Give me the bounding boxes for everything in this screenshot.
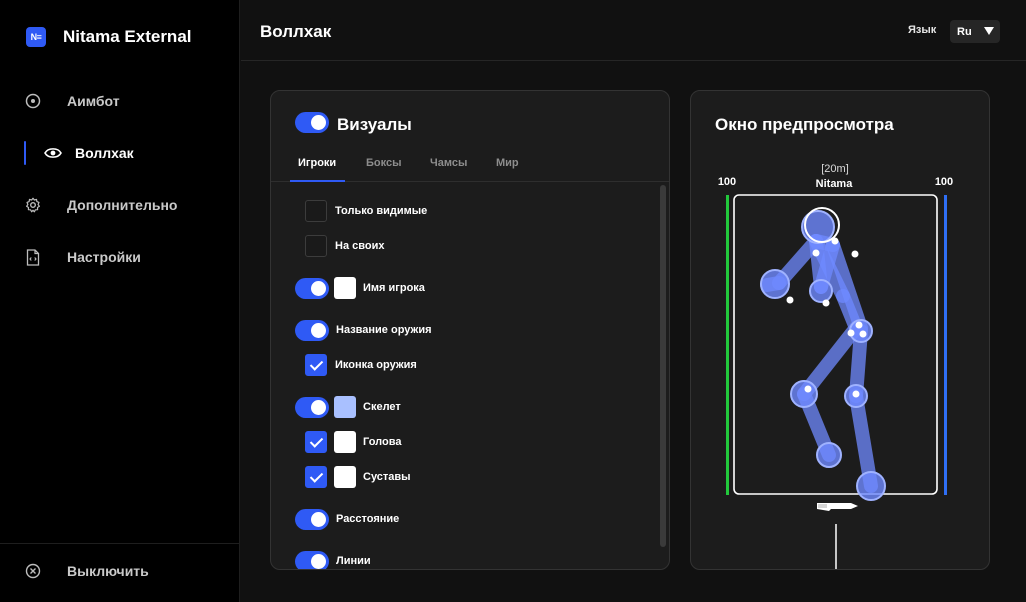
skeleton-toggle[interactable] [295,397,329,418]
visuals-tabs: Игроки Боксы Чамсы Мир [271,151,669,182]
sidebar-footer: Выключить [0,543,240,602]
language-select[interactable]: Ru [950,20,1000,43]
sidebar-item-wallhack[interactable]: Воллхак [0,138,240,168]
health-bar [726,195,729,495]
health-value: 100 [718,176,736,188]
option-label: Иконка оружия [335,359,417,371]
language-value: Ru [957,25,972,38]
shutdown-button[interactable]: Выключить [0,556,240,586]
option-label: Только видимые [335,205,428,217]
option-player-name: Имя игрока [271,277,651,301]
eye-icon [44,144,62,162]
sidebar-item-settings[interactable]: Настройки [0,242,240,272]
visuals-title: Визуалы [337,115,412,134]
app-logo: N≡ [26,27,46,47]
sidebar-item-misc[interactable]: Дополнительно [0,190,240,220]
visuals-toggle[interactable] [295,112,329,133]
option-label: Скелет [363,401,401,413]
knife-icon [817,503,858,511]
active-indicator [24,141,26,165]
only-visible-checkbox[interactable] [305,200,327,222]
option-lines: Линии [271,550,651,569]
player-name-color-swatch[interactable] [334,277,356,299]
visuals-card: Визуалы Игроки Боксы Чамсы Мир Только ви… [270,90,670,570]
preview-canvas: [20m] Nitama 100 100 [718,163,953,569]
on-own-checkbox[interactable] [305,235,327,257]
joints-color-swatch[interactable] [334,466,356,488]
player-name-toggle[interactable] [295,278,329,299]
sidebar-item-label: Аимбот [67,93,120,109]
tab-players[interactable]: Игроки [298,157,336,169]
sidebar-item-label: Воллхак [75,145,134,161]
option-label: Название оружия [336,324,432,336]
option-head: Голова [271,431,651,455]
weapon-icon-checkbox[interactable] [305,354,327,376]
option-distance: Расстояние [271,508,651,532]
options-scrollbar[interactable] [660,185,666,547]
option-label: Линии [336,555,371,567]
option-on-own: На своих [271,235,651,259]
lines-toggle[interactable] [295,551,329,569]
tab-world[interactable]: Мир [496,157,519,169]
sidebar-item-aimbot[interactable]: Аимбот [0,86,240,116]
joints-checkbox[interactable] [305,466,327,488]
app-title: Nitama External [63,27,192,46]
chevron-down-icon [984,27,994,35]
option-joints: Суставы [271,466,651,490]
skeleton-color-swatch[interactable] [334,396,356,418]
option-only-visible: Только видимые [271,200,651,224]
player-name-text: Nitama [816,178,854,190]
weapon-name-toggle[interactable] [295,320,329,341]
tab-underline [290,180,345,182]
brand: N≡ Nitama External [26,27,192,47]
distance-text: [20m] [821,163,849,175]
gear-icon [24,196,42,214]
sidebar: N≡ Nitama External Аимбот Воллхак Дополн… [0,0,240,602]
preview-card: Окно предпросмотра [20m] Nitama 100 100 [690,90,990,570]
close-circle-icon [24,562,42,580]
file-code-icon [24,248,42,266]
armor-value: 100 [935,176,953,188]
language-label: Язык [908,24,937,36]
header: Воллхак Язык Ru [241,0,1026,61]
option-label: Суставы [363,471,411,483]
head-color-swatch[interactable] [334,431,356,453]
sidebar-item-label: Настройки [67,249,141,265]
skeleton [760,207,886,501]
option-label: Расстояние [336,513,400,525]
option-label: Голова [363,436,402,448]
tab-chams[interactable]: Чамсы [430,157,467,169]
option-label: На своих [335,240,385,252]
tab-boxes[interactable]: Боксы [366,157,402,169]
distance-toggle[interactable] [295,509,329,530]
page-title: Воллхак [260,22,332,41]
target-icon [24,92,42,110]
option-skeleton: Скелет [271,396,651,420]
head-checkbox[interactable] [305,431,327,453]
sidebar-item-label: Дополнительно [67,197,178,213]
shutdown-label: Выключить [67,563,149,579]
option-weapon-name: Название оружия [271,319,651,343]
option-label: Имя игрока [363,282,425,294]
armor-bar [944,195,947,495]
option-weapon-icon: Иконка оружия [271,354,651,378]
